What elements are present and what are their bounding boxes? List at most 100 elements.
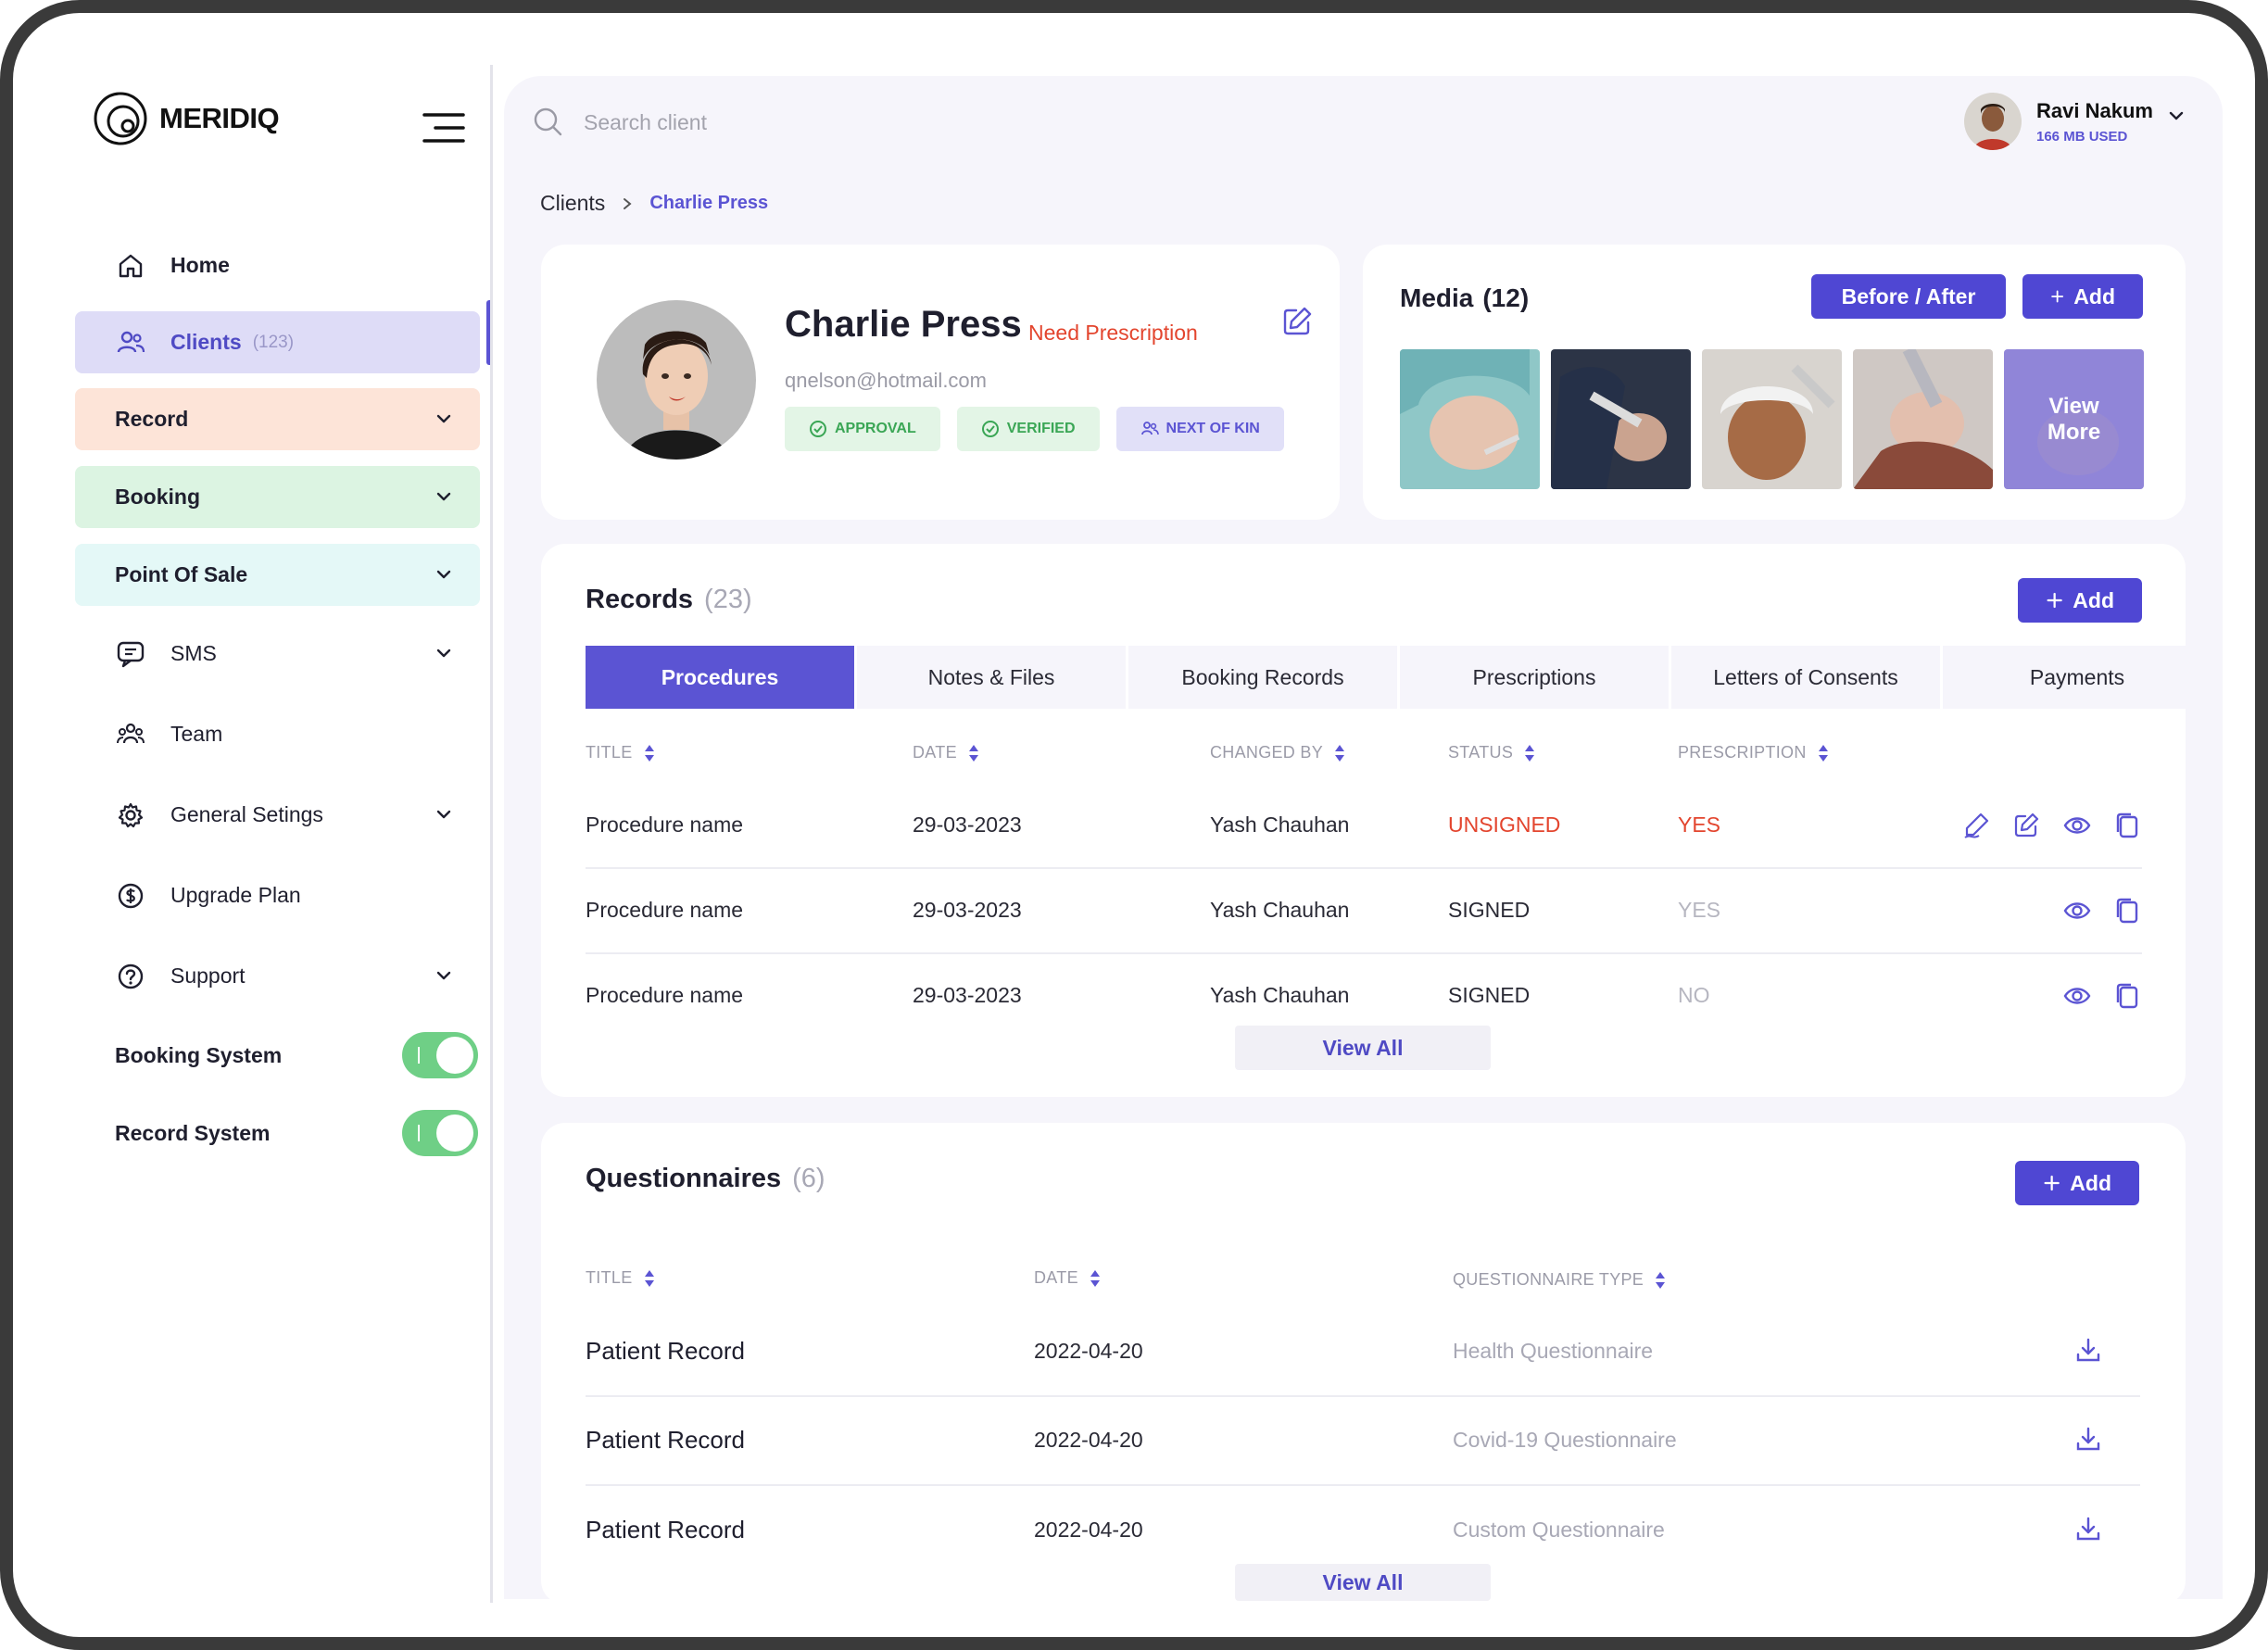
record-prescription: NO — [1678, 983, 1710, 1007]
record-title[interactable]: Procedure name — [586, 983, 743, 1008]
hamburger-icon[interactable] — [422, 111, 465, 145]
download-icon[interactable] — [2074, 1425, 2102, 1453]
search-input[interactable] — [584, 109, 954, 135]
sidebar-item-home[interactable]: Home — [75, 234, 480, 296]
sidebar-item-label: Team — [170, 722, 223, 746]
view-all-records-button[interactable]: View All — [1235, 1026, 1491, 1070]
edit-icon[interactable] — [2012, 812, 2040, 839]
column-header-date[interactable]: DATE — [1034, 1268, 1101, 1288]
questionnaire-title[interactable]: Patient Record — [586, 1337, 745, 1366]
questionnaire-type: Covid-19 Questionnaire — [1453, 1428, 1677, 1452]
edit-icon[interactable] — [1280, 305, 1314, 338]
dollar-icon — [115, 880, 146, 912]
sidebar: MERIDIQ Home Clients (123) Record Bookin… — [13, 13, 504, 1637]
column-header-questionnaire-type[interactable]: QUESTIONNAIRE TYPE — [1453, 1270, 1666, 1290]
booking-system-toggle[interactable] — [402, 1032, 478, 1078]
sidebar-item-booking[interactable]: Booking — [75, 466, 480, 528]
column-header-title[interactable]: TITLE — [586, 1268, 655, 1288]
column-header-prescription[interactable]: PRESCRIPTION — [1678, 743, 1829, 762]
before-after-button[interactable]: Before / After — [1811, 274, 2006, 319]
column-header-label: PRESCRIPTION — [1678, 743, 1807, 762]
column-header-title[interactable]: TITLE — [586, 743, 655, 762]
record-title[interactable]: Procedure name — [586, 812, 743, 838]
sidebar-item-sms[interactable]: SMS — [75, 623, 480, 685]
users-icon — [115, 327, 146, 359]
client-name: Charlie Press — [785, 304, 1022, 345]
storage-usage: 166 MB USED — [2036, 128, 2128, 145]
copy-icon[interactable] — [2113, 982, 2141, 1010]
download-icon[interactable] — [2074, 1515, 2102, 1543]
prescription-status: Need Prescription — [1028, 321, 1198, 345]
record-status: SIGNED — [1448, 983, 1531, 1007]
download-icon[interactable] — [2074, 1336, 2102, 1364]
media-thumbnail[interactable] — [1551, 349, 1691, 489]
tab-procedures[interactable]: Procedures — [586, 646, 854, 709]
eye-icon[interactable] — [2063, 812, 2091, 839]
add-label: Add — [2070, 1170, 2111, 1195]
sidebar-item-general-settings[interactable]: General Setings — [75, 784, 480, 846]
user-menu[interactable]: Ravi Nakum 166 MB USED — [1964, 93, 2186, 150]
users-icon — [1140, 422, 1159, 435]
tab-payments[interactable]: Payments — [1943, 646, 2211, 709]
add-questionnaire-button[interactable]: Add — [2015, 1161, 2139, 1205]
sidebar-item-point-of-sale[interactable]: Point Of Sale — [75, 544, 480, 606]
sidebar-item-team[interactable]: Team — [75, 703, 480, 765]
sidebar-item-record[interactable]: Record — [75, 388, 480, 450]
chevron-down-icon — [436, 414, 451, 423]
row-divider — [586, 1484, 2140, 1486]
records-card: Records (23) Add Procedures Notes & Files… — [541, 544, 2211, 1097]
eye-icon[interactable] — [2063, 982, 2091, 1010]
questionnaire-type: Health Questionnaire — [1453, 1339, 1654, 1363]
questionnaire-title[interactable]: Patient Record — [586, 1426, 745, 1455]
sidebar-item-support[interactable]: Support — [75, 945, 480, 1007]
records-title: Records (23) — [586, 585, 752, 615]
search-icon[interactable] — [532, 106, 565, 139]
sidebar-item-label: Upgrade Plan — [170, 883, 301, 907]
tab-booking-records[interactable]: Booking Records — [1128, 646, 1397, 709]
media-card: Media (12) Before / After Add View More — [1363, 245, 2186, 520]
gear-icon — [115, 800, 146, 831]
next-of-kin-badge[interactable]: NEXT OF KIN — [1115, 407, 1284, 451]
add-record-button[interactable]: Add — [2018, 578, 2142, 623]
media-thumbnail[interactable] — [1400, 349, 1540, 489]
search-bar — [532, 106, 954, 139]
records-tabs: Procedures Notes & Files Booking Records… — [586, 646, 2211, 709]
record-title[interactable]: Procedure name — [586, 898, 743, 923]
copy-icon[interactable] — [2113, 812, 2141, 839]
team-icon — [115, 719, 146, 750]
eye-icon[interactable] — [2063, 897, 2091, 925]
logo[interactable]: MERIDIQ — [93, 91, 280, 146]
tab-prescriptions[interactable]: Prescriptions — [1400, 646, 1669, 709]
media-thumbnail[interactable] — [1853, 349, 1993, 489]
questionnaire-title[interactable]: Patient Record — [586, 1516, 745, 1544]
sidebar-item-clients[interactable]: Clients (123) — [75, 311, 480, 373]
copy-icon[interactable] — [2113, 897, 2141, 925]
row-divider — [586, 1395, 2140, 1397]
column-header-label: DATE — [1034, 1268, 1078, 1287]
column-header-date[interactable]: DATE — [913, 743, 979, 762]
records-count: (23) — [704, 585, 752, 614]
tab-letters-of-consents[interactable]: Letters of Consents — [1671, 646, 1940, 709]
breadcrumb-clients[interactable]: Clients — [540, 191, 605, 216]
view-all-questionnaires-button[interactable]: View All — [1235, 1564, 1491, 1601]
plus-icon — [2044, 1175, 2060, 1191]
tab-notes-files[interactable]: Notes & Files — [857, 646, 1126, 709]
client-email: qnelson@hotmail.com — [785, 369, 987, 392]
booking-system-row: Booking System — [115, 1029, 478, 1081]
chevron-right-icon — [624, 197, 632, 209]
column-header-changed-by[interactable]: CHANGED BY — [1210, 743, 1345, 762]
media-thumbnail[interactable] — [1702, 349, 1842, 489]
sidebar-item-upgrade-plan[interactable]: Upgrade Plan — [75, 864, 480, 926]
record-system-row: Record System — [115, 1107, 478, 1159]
questionnaires-title-text: Questionnaires — [586, 1164, 782, 1193]
sidebar-divider — [490, 65, 493, 1603]
sort-icon — [1090, 1269, 1100, 1287]
record-system-toggle[interactable] — [402, 1110, 478, 1156]
sign-icon[interactable] — [1962, 812, 1990, 839]
view-more-thumbnail[interactable]: View More — [2004, 349, 2144, 489]
check-circle-icon — [810, 421, 826, 437]
column-header-status[interactable]: STATUS — [1448, 743, 1535, 762]
client-photo — [597, 300, 756, 460]
sort-icon — [644, 744, 654, 762]
add-media-button[interactable]: Add — [2022, 274, 2143, 319]
